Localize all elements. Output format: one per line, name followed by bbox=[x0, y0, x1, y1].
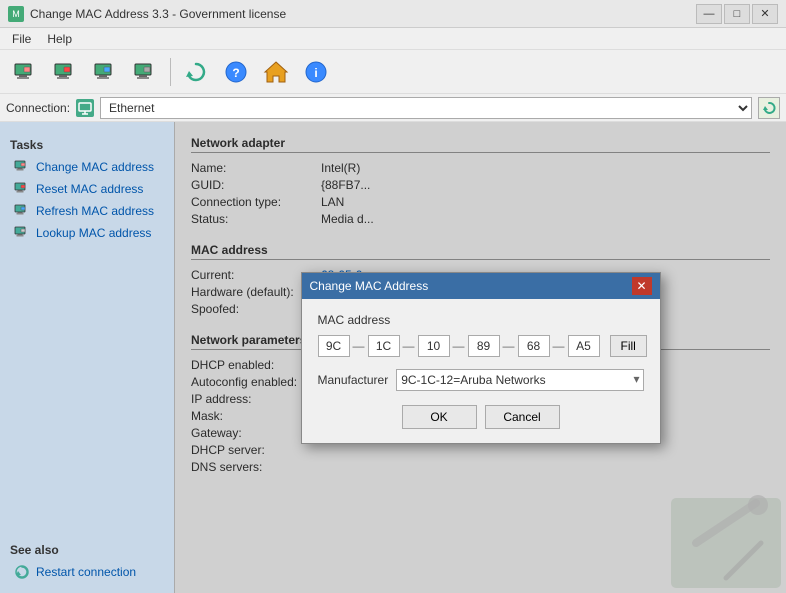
svg-text:?: ? bbox=[232, 66, 239, 80]
modal-buttons: OK Cancel bbox=[318, 405, 644, 429]
reset-mac-toolbar-btn[interactable] bbox=[46, 54, 84, 90]
modal-body: MAC address — — — — — Fill bbox=[302, 299, 660, 443]
modal-overlay: Change MAC Address ✕ MAC address — — — bbox=[175, 122, 786, 593]
see-also-label: See also bbox=[0, 537, 174, 561]
restart-conn-icon bbox=[14, 564, 30, 580]
refresh-mac-toolbar-btn[interactable] bbox=[86, 54, 124, 90]
reset-mac-icon bbox=[14, 181, 30, 197]
sidebar-item-change-mac[interactable]: Change MAC address bbox=[0, 156, 174, 178]
help-icon-btn[interactable]: ? bbox=[217, 54, 255, 90]
connection-select-wrap[interactable]: Ethernet Wi-Fi bbox=[100, 97, 752, 119]
sidebar-reset-mac-label: Reset MAC address bbox=[36, 182, 143, 196]
mac-field-1[interactable] bbox=[368, 335, 400, 357]
modal-titlebar: Change MAC Address ✕ bbox=[302, 273, 660, 299]
sidebar-refresh-mac-label: Refresh MAC address bbox=[36, 204, 154, 218]
modal-title: Change MAC Address bbox=[310, 279, 429, 293]
mac-field-5[interactable] bbox=[568, 335, 600, 357]
menu-file[interactable]: File bbox=[4, 30, 39, 48]
close-button[interactable]: ✕ bbox=[752, 4, 778, 24]
sidebar-item-refresh-mac[interactable]: Refresh MAC address bbox=[0, 200, 174, 222]
maximize-button[interactable]: □ bbox=[724, 4, 750, 24]
title-bar: M Change MAC Address 3.3 - Government li… bbox=[0, 0, 786, 28]
ok-button[interactable]: OK bbox=[402, 405, 477, 429]
sidebar-item-lookup-mac[interactable]: Lookup MAC address bbox=[0, 222, 174, 244]
sidebar-item-reset-mac[interactable]: Reset MAC address bbox=[0, 178, 174, 200]
toolbar: ? i bbox=[0, 50, 786, 94]
manufacturer-select[interactable]: 9C-1C-12=Aruba Networks 00-00-00=Unknown bbox=[396, 369, 643, 391]
manufacturer-row: Manufacturer 9C-1C-12=Aruba Networks 00-… bbox=[318, 369, 644, 391]
change-mac-modal: Change MAC Address ✕ MAC address — — — bbox=[301, 272, 661, 444]
mac-sep-0: — bbox=[353, 339, 365, 353]
window-title: Change MAC Address 3.3 - Government lice… bbox=[30, 7, 286, 21]
refresh-mac-icon bbox=[14, 203, 30, 219]
mac-section-label: MAC address bbox=[318, 313, 644, 327]
change-mac-icon bbox=[14, 159, 30, 175]
connection-refresh-btn[interactable] bbox=[758, 97, 780, 119]
mac-sep-3: — bbox=[503, 339, 515, 353]
sidebar-item-restart-conn[interactable]: Restart connection bbox=[0, 561, 174, 583]
connection-icon bbox=[76, 99, 94, 117]
minimize-button[interactable]: — bbox=[696, 4, 722, 24]
mac-field-3[interactable] bbox=[468, 335, 500, 357]
sidebar: Tasks Change MAC address Reset MAC addre… bbox=[0, 122, 175, 593]
see-also-section: See also Restart connection bbox=[0, 527, 174, 583]
lookup-mac-icon bbox=[14, 225, 30, 241]
menu-help[interactable]: Help bbox=[39, 30, 80, 48]
mac-field-4[interactable] bbox=[518, 335, 550, 357]
cancel-button[interactable]: Cancel bbox=[485, 405, 560, 429]
refresh-icon-btn[interactable] bbox=[177, 54, 215, 90]
sidebar-lookup-mac-label: Lookup MAC address bbox=[36, 226, 151, 240]
modal-close-button[interactable]: ✕ bbox=[632, 277, 652, 295]
content-area: Network adapter Name: Intel(R) GUID: {88… bbox=[175, 122, 786, 593]
connection-bar: Connection: Ethernet Wi-Fi bbox=[0, 94, 786, 122]
sidebar-change-mac-label: Change MAC address bbox=[36, 160, 154, 174]
change-mac-toolbar-btn[interactable] bbox=[6, 54, 44, 90]
svg-text:i: i bbox=[314, 66, 317, 80]
mac-sep-1: — bbox=[403, 339, 415, 353]
mac-inputs: — — — — — Fill bbox=[318, 335, 644, 357]
home-icon-btn[interactable] bbox=[257, 54, 295, 90]
connection-label: Connection: bbox=[6, 101, 70, 115]
mac-field-0[interactable] bbox=[318, 335, 350, 357]
lookup-mac-toolbar-btn[interactable] bbox=[126, 54, 164, 90]
app-icon: M bbox=[8, 6, 24, 22]
manufacturer-label: Manufacturer bbox=[318, 373, 389, 387]
fill-button[interactable]: Fill bbox=[610, 335, 647, 357]
menu-bar: File Help bbox=[0, 28, 786, 50]
manufacturer-select-wrap[interactable]: 9C-1C-12=Aruba Networks 00-00-00=Unknown bbox=[396, 369, 643, 391]
info-icon-btn[interactable]: i bbox=[297, 54, 335, 90]
connection-select[interactable]: Ethernet Wi-Fi bbox=[100, 97, 752, 119]
mac-sep-2: — bbox=[453, 339, 465, 353]
mac-field-2[interactable] bbox=[418, 335, 450, 357]
sidebar-restart-conn-label: Restart connection bbox=[36, 565, 136, 579]
mac-sep-4: — bbox=[553, 339, 565, 353]
tasks-label: Tasks bbox=[0, 132, 174, 156]
